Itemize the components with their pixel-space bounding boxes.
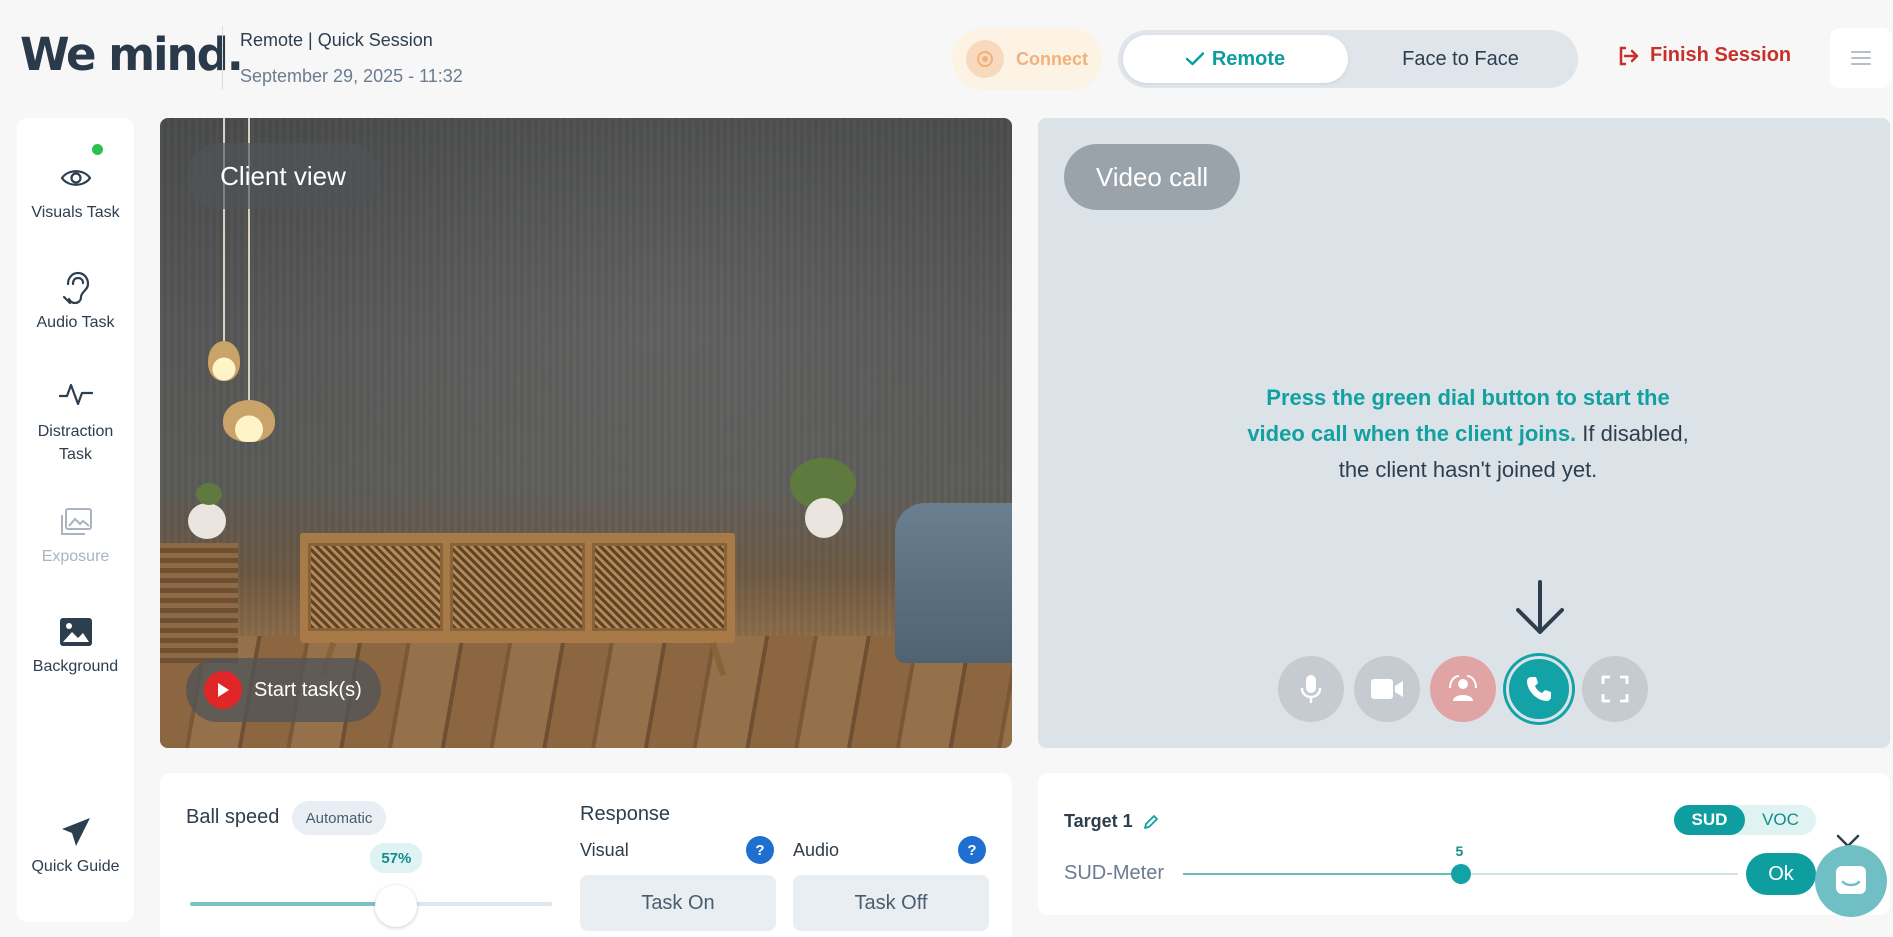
sidebar-item-visuals-task[interactable]: Visuals Task bbox=[17, 160, 134, 222]
eye-icon bbox=[60, 170, 91, 186]
sud-meter-thumb[interactable] bbox=[1450, 864, 1471, 884]
response-audio-label: Audio bbox=[793, 840, 840, 860]
ball-speed-panel: Ball speed Automatic 57% Response Visual… bbox=[160, 773, 1012, 937]
connect-button[interactable]: Connect bbox=[952, 28, 1102, 90]
session-mode-toggle: Remote Face to Face bbox=[1118, 30, 1578, 88]
sud-panel: Target 1 SUD VOC SUD-Meter 5 Ok bbox=[1038, 773, 1890, 915]
sidebar-item-background[interactable]: Background bbox=[17, 614, 134, 676]
start-tasks-button[interactable]: Start task(s) bbox=[186, 658, 381, 722]
client-view-panel[interactable]: Client view Start task(s) bbox=[160, 118, 1012, 748]
client-view-label: Client view bbox=[187, 143, 379, 209]
screen-share-icon bbox=[1449, 675, 1477, 701]
scale-toggle: SUD VOC bbox=[1674, 805, 1816, 835]
response-visual-label: Visual bbox=[580, 840, 629, 860]
menu-button[interactable] bbox=[1830, 28, 1892, 88]
sidebar-item-label: Distraction Task bbox=[37, 423, 114, 463]
video-call-controls bbox=[1278, 656, 1648, 722]
arrow-down-icon bbox=[1516, 580, 1564, 634]
sidebar-item-label: Exposure bbox=[41, 548, 110, 565]
play-icon bbox=[204, 671, 242, 709]
finish-session-label: Finish Session bbox=[1650, 44, 1792, 66]
pulse-icon bbox=[58, 383, 93, 406]
mic-button[interactable] bbox=[1278, 656, 1344, 722]
header-divider bbox=[222, 26, 223, 90]
target-name: Target 1 bbox=[1064, 811, 1133, 831]
sud-meter-label: SUD-Meter bbox=[1064, 862, 1165, 884]
dial-button[interactable] bbox=[1506, 656, 1572, 722]
ball-speed-title: Ball speed bbox=[186, 806, 280, 828]
camera-button[interactable] bbox=[1354, 656, 1420, 722]
ball-speed-slider-thumb[interactable] bbox=[375, 885, 418, 927]
sidebar-item-audio-task[interactable]: Audio Task bbox=[17, 270, 134, 332]
audio-task-off-button[interactable]: Task Off bbox=[793, 875, 989, 931]
images-icon bbox=[60, 508, 92, 535]
visual-help-button[interactable]: ? bbox=[746, 836, 774, 864]
session-date: September 29, 2025 - 11:32 bbox=[240, 66, 463, 86]
video-call-instructions: Press the green dial button to start the… bbox=[1238, 380, 1698, 488]
mode-remote-option[interactable]: Remote bbox=[1123, 35, 1348, 83]
hamburger-icon bbox=[1851, 51, 1871, 65]
fullscreen-button[interactable] bbox=[1582, 656, 1648, 722]
fullscreen-icon bbox=[1601, 675, 1629, 703]
basket bbox=[160, 543, 238, 663]
sidebar: Visuals Task Audio Task Distraction Task… bbox=[17, 118, 134, 922]
ball-speed-value-badge: 57% bbox=[370, 843, 423, 873]
visual-task-on-button[interactable]: Task On bbox=[580, 875, 776, 931]
sidebar-item-label: Visuals Task bbox=[31, 204, 120, 221]
video-call-panel: Video call Press the green dial button t… bbox=[1038, 118, 1890, 748]
pencil-icon[interactable] bbox=[1143, 814, 1159, 830]
scale-voc-option[interactable]: VOC bbox=[1745, 805, 1816, 835]
connect-label: Connect bbox=[1016, 48, 1088, 69]
online-status-dot bbox=[92, 144, 103, 155]
paper-plane-icon bbox=[61, 818, 90, 846]
header: We mind. Remote | Quick Session Septembe… bbox=[0, 0, 1893, 118]
pendant-lamp bbox=[223, 400, 275, 442]
mode-remote-label: Remote bbox=[1211, 47, 1286, 70]
sidebar-item-label: Quick Guide bbox=[31, 858, 120, 875]
screen-share-button[interactable] bbox=[1430, 656, 1496, 722]
chat-icon bbox=[1836, 866, 1866, 894]
sidebar-item-label: Background bbox=[32, 658, 119, 675]
mode-face-to-face-label: Face to Face bbox=[1402, 47, 1519, 70]
sign-out-icon bbox=[1619, 46, 1639, 65]
start-tasks-label: Start task(s) bbox=[254, 678, 362, 701]
sud-ok-button[interactable]: Ok bbox=[1746, 853, 1816, 895]
sud-meter-fill bbox=[1183, 873, 1461, 875]
ball-speed-mode-chip[interactable]: Automatic bbox=[292, 801, 386, 835]
sofa bbox=[895, 503, 1012, 663]
sud-meter-value: 5 bbox=[1455, 843, 1464, 859]
sidebar-item-label: Audio Task bbox=[36, 314, 115, 331]
ball-speed-slider-fill bbox=[190, 902, 397, 906]
mode-face-to-face-option[interactable]: Face to Face bbox=[1348, 35, 1573, 83]
finish-session-button[interactable]: Finish Session bbox=[1618, 44, 1791, 67]
ball-speed-slider-track[interactable] bbox=[190, 902, 552, 906]
sideboard bbox=[300, 533, 735, 643]
session-title: Remote | Quick Session bbox=[240, 30, 433, 50]
chat-button[interactable] bbox=[1815, 845, 1887, 917]
check-icon bbox=[1185, 52, 1204, 66]
connect-icon bbox=[966, 40, 1004, 78]
image-icon bbox=[59, 618, 92, 646]
ear-icon bbox=[62, 271, 89, 305]
response-title: Response bbox=[580, 803, 671, 825]
video-call-label: Video call bbox=[1064, 144, 1240, 210]
audio-help-button[interactable]: ? bbox=[958, 836, 986, 864]
scale-sud-option[interactable]: SUD bbox=[1674, 805, 1745, 835]
sidebar-item-exposure[interactable]: Exposure bbox=[17, 504, 134, 566]
sidebar-item-distraction-task[interactable]: Distraction Task bbox=[17, 376, 134, 466]
phone-dial-icon bbox=[1527, 677, 1551, 701]
app-logo[interactable]: We mind. bbox=[20, 28, 244, 81]
sidebar-item-quick-guide[interactable]: Quick Guide bbox=[17, 814, 134, 876]
mic-icon bbox=[1300, 675, 1322, 703]
target-label: Target 1 bbox=[1064, 811, 1159, 832]
camera-icon bbox=[1371, 679, 1403, 699]
pendant-lamp bbox=[208, 341, 240, 381]
